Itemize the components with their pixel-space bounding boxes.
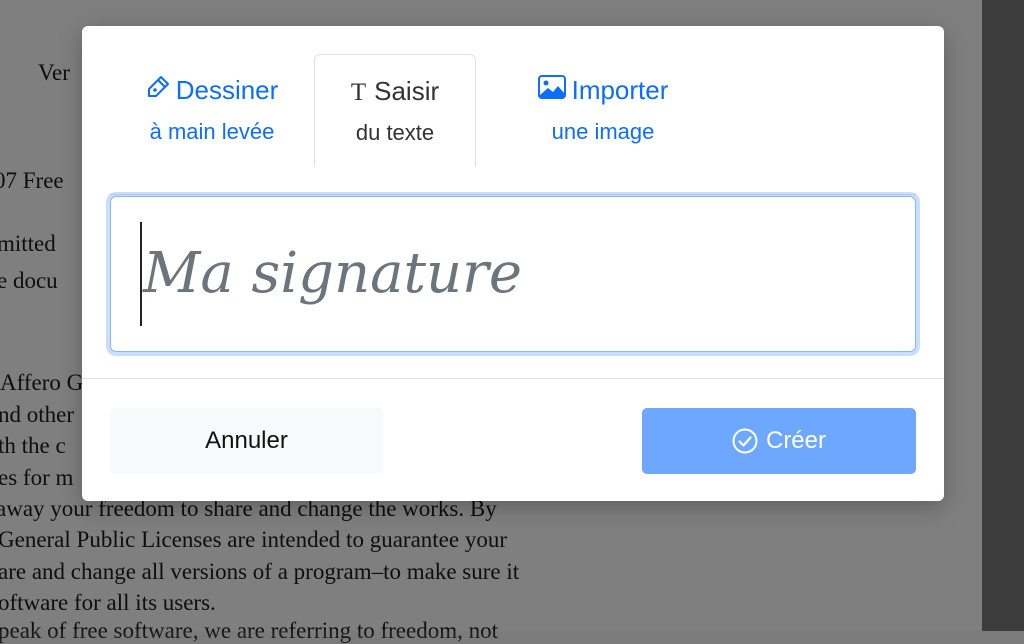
tab-type[interactable]: T Saisir du texte (314, 54, 476, 167)
signature-tabs: Dessiner à main levée T Saisir du texte I… (110, 54, 916, 195)
create-button[interactable]: Créer (642, 408, 916, 474)
image-icon (537, 74, 566, 106)
cancel-button-label: Annuler (205, 427, 288, 454)
tab-type-title: Saisir (374, 76, 440, 106)
tab-draw-subtitle: à main levée (149, 119, 275, 144)
footer-divider (82, 378, 944, 379)
cancel-button[interactable]: Annuler (110, 408, 383, 474)
signature-text-input[interactable]: Ma signature (110, 196, 916, 352)
tab-draw-title: Dessiner (175, 75, 279, 105)
text-caret (140, 222, 142, 326)
check-circle-icon (732, 428, 758, 454)
tab-draw[interactable]: Dessiner à main levée (132, 54, 292, 166)
tab-type-subtitle: du texte (355, 120, 435, 145)
tab-import[interactable]: Importer une image (512, 54, 694, 166)
tab-import-subtitle: une image (551, 119, 655, 144)
pen-icon (146, 74, 170, 106)
text-icon: T (350, 79, 367, 106)
signature-placeholder: Ma signature (143, 241, 522, 306)
signature-modal: Dessiner à main levée T Saisir du texte I… (82, 26, 944, 501)
create-button-label: Créer (765, 427, 826, 454)
tab-import-title: Importer (571, 75, 669, 105)
